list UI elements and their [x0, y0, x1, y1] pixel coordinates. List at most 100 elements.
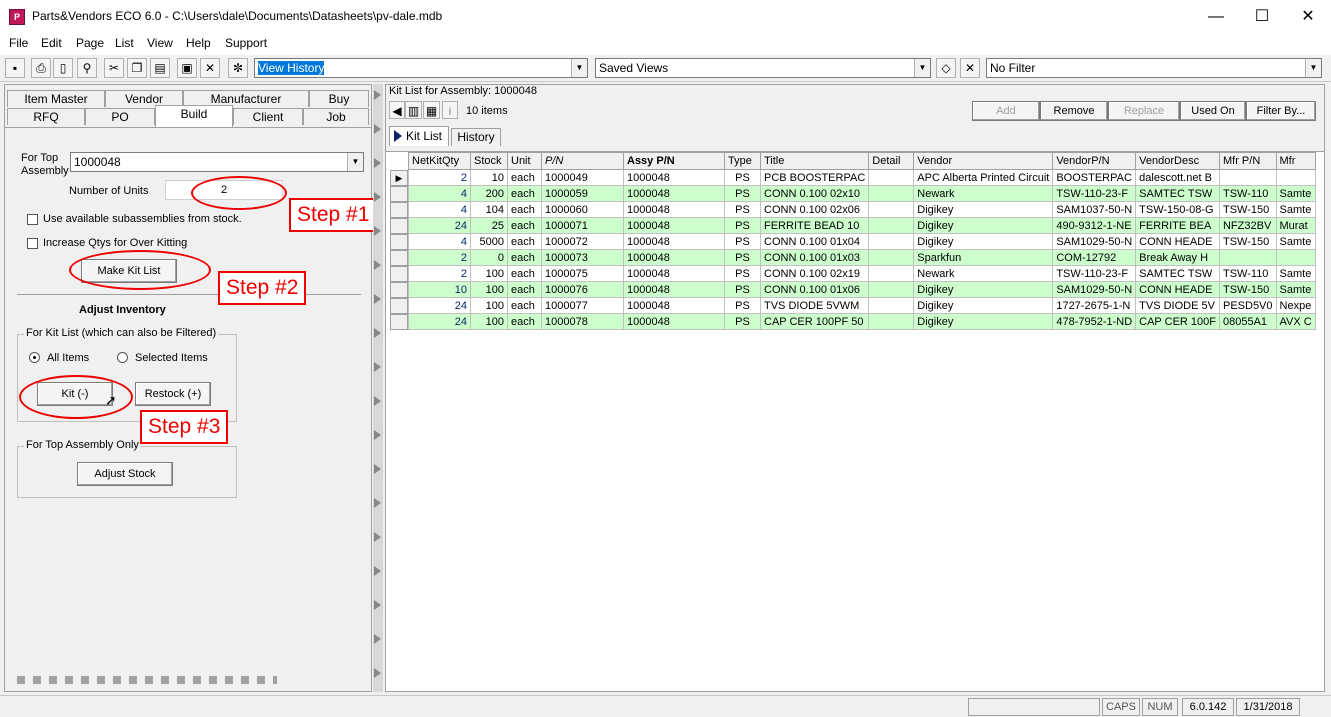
minimize-button[interactable]: — [1193, 0, 1239, 33]
cell-pn[interactable]: 1000060 [541, 201, 624, 218]
cell-title[interactable]: TVS DIODE 5VWM [759, 297, 870, 314]
cell-stock[interactable]: 5000 [470, 233, 508, 250]
increase-qtys-checkbox[interactable] [27, 238, 38, 249]
cell-vendor[interactable]: APC Alberta Printed Circuit [913, 169, 1054, 186]
all-items-radio[interactable] [29, 352, 40, 363]
cell-unit[interactable]: each [507, 201, 542, 218]
remove-button[interactable]: Remove [1040, 101, 1108, 121]
cell-vendor-desc[interactable]: TSW-150-08-G [1135, 201, 1220, 218]
cell-type[interactable]: PS [724, 201, 761, 218]
cell-assy-pn[interactable]: 1000048 [623, 185, 725, 202]
cell-stock[interactable]: 100 [470, 297, 508, 314]
cell-title[interactable]: CONN 0.100 01x04 [759, 233, 870, 250]
cell-vendor[interactable]: Newark [913, 185, 1054, 202]
table-row[interactable]: 4 200 each 1000059 1000048 PS CONN 0.100 02x10… [408, 185, 1316, 202]
selected-items-radio[interactable] [117, 352, 128, 363]
cell-detail[interactable] [868, 297, 915, 314]
cell-vendor[interactable]: Digikey [913, 201, 1054, 218]
cell-mfr[interactable]: Murat [1275, 217, 1316, 234]
tab-kit-list[interactable]: Kit List [389, 126, 449, 146]
chevron-down-icon[interactable]: ▼ [347, 153, 363, 171]
cell-vendor-pn[interactable]: 478-7952-1-ND [1052, 313, 1137, 330]
cell-mfr[interactable] [1275, 169, 1316, 186]
col-vendor[interactable]: Vendor [913, 152, 1054, 170]
first-record-icon[interactable]: ◀ [389, 101, 405, 119]
filter-by-button[interactable]: Filter By... [1246, 101, 1316, 121]
col-mfr-pn[interactable]: Mfr P/N [1218, 152, 1277, 170]
paste-icon[interactable]: ▤ [150, 58, 170, 78]
cell-stock[interactable]: 10 [470, 169, 508, 186]
cell-type[interactable]: PS [724, 249, 761, 266]
cell-vendor-desc[interactable]: CONN HEADE [1135, 233, 1220, 250]
cell-vendor[interactable]: Digikey [913, 233, 1054, 250]
cell-unit[interactable]: each [507, 313, 542, 330]
cell-pn[interactable]: 1000071 [541, 217, 624, 234]
col-mfr[interactable]: Mfr [1275, 152, 1316, 170]
cell-vendor-pn[interactable]: SAM1029-50-N [1052, 233, 1137, 250]
maximize-button[interactable]: ☐ [1239, 0, 1285, 33]
cell-mfr-pn[interactable]: PESD5V0 [1218, 297, 1277, 314]
cell-type[interactable]: PS [724, 233, 761, 250]
restock-button[interactable]: Restock (+) [135, 382, 211, 406]
cell-pn[interactable]: 1000077 [541, 297, 624, 314]
cell-assy-pn[interactable]: 1000048 [623, 249, 725, 266]
cell-title[interactable]: CONN 0.100 01x06 [759, 281, 870, 298]
col-stock[interactable]: Stock [470, 152, 508, 170]
table-row[interactable]: 2 100 each 1000075 1000048 PS CONN 0.100 02x19… [408, 265, 1316, 282]
cell-pn[interactable]: 1000072 [541, 233, 624, 250]
eraser-icon[interactable]: ◇ [936, 58, 956, 78]
cell-pn[interactable]: 1000078 [541, 313, 624, 330]
cell-netkitqty[interactable]: 10 [408, 281, 471, 298]
save-icon[interactable]: ▪ [5, 58, 25, 78]
cell-type[interactable]: PS [724, 185, 761, 202]
cell-assy-pn[interactable]: 1000048 [623, 201, 725, 218]
cell-stock[interactable]: 100 [470, 265, 508, 282]
cell-mfr[interactable]: AVX C [1275, 313, 1316, 330]
cell-vendor[interactable]: Sparkfun [913, 249, 1054, 266]
cell-netkitqty[interactable]: 24 [408, 217, 471, 234]
adjust-stock-button[interactable]: Adjust Stock [77, 462, 173, 486]
cell-unit[interactable]: each [507, 281, 542, 298]
cell-stock[interactable]: 104 [470, 201, 508, 218]
table-row[interactable]: 4 104 each 1000060 1000048 PS CONN 0.100 02x06… [408, 201, 1316, 218]
cell-netkitqty[interactable]: 4 [408, 185, 471, 202]
table-row[interactable]: 24 100 each 1000078 1000048 PS CAP CER 100PF 5… [408, 313, 1316, 330]
use-subassemblies-checkbox[interactable] [27, 214, 38, 225]
cell-vendor-pn[interactable]: TSW-110-23-F [1052, 185, 1137, 202]
cell-stock[interactable]: 200 [470, 185, 508, 202]
cell-vendor-pn[interactable]: 490-9312-1-NE [1052, 217, 1137, 234]
tab-buy[interactable]: Buy [309, 90, 369, 107]
clear-filter-icon[interactable]: ✕ [960, 58, 980, 78]
cell-assy-pn[interactable]: 1000048 [623, 265, 725, 282]
tab-item-master[interactable]: Item Master [7, 90, 105, 107]
cell-title[interactable]: FERRITE BEAD 10 [759, 217, 870, 234]
delete-icon[interactable]: ✕ [200, 58, 220, 78]
cell-type[interactable]: PS [724, 297, 761, 314]
table-row[interactable]: 24 25 each 1000071 1000048 PS FERRITE BEAD 10 D… [408, 217, 1316, 234]
cell-vendor-desc[interactable]: CONN HEADE [1135, 281, 1220, 298]
cell-unit[interactable]: each [507, 217, 542, 234]
cell-title[interactable]: CONN 0.100 01x03 [759, 249, 870, 266]
table-row[interactable]: 10 100 each 1000076 1000048 PS CONN 0.100 01x0… [408, 281, 1316, 298]
settings-icon[interactable]: ✼ [228, 58, 248, 78]
cell-mfr[interactable]: Samte [1275, 201, 1316, 218]
cell-detail[interactable] [868, 249, 915, 266]
cell-vendor[interactable]: Digikey [913, 217, 1054, 234]
cell-vendor[interactable]: Digikey [913, 297, 1054, 314]
cell-title[interactable]: CONN 0.100 02x10 [759, 185, 870, 202]
cell-unit[interactable]: each [507, 233, 542, 250]
cell-vendor-desc[interactable]: FERRITE BEA [1135, 217, 1220, 234]
cell-unit[interactable]: each [507, 297, 542, 314]
row-header[interactable] [390, 234, 408, 250]
col-detail[interactable]: Detail [868, 152, 915, 170]
row-header[interactable] [390, 314, 408, 330]
cell-mfr-pn[interactable]: TSW-150 [1218, 281, 1277, 298]
row-header[interactable] [390, 282, 408, 298]
cell-title[interactable]: CONN 0.100 02x19 [759, 265, 870, 282]
cell-vendor[interactable]: Digikey [913, 313, 1054, 330]
cell-pn[interactable]: 1000076 [541, 281, 624, 298]
cell-mfr-pn[interactable]: TSW-110 [1218, 265, 1277, 282]
used-on-button[interactable]: Used On [1180, 101, 1246, 121]
cell-pn[interactable]: 1000075 [541, 265, 624, 282]
cell-type[interactable]: PS [724, 313, 761, 330]
